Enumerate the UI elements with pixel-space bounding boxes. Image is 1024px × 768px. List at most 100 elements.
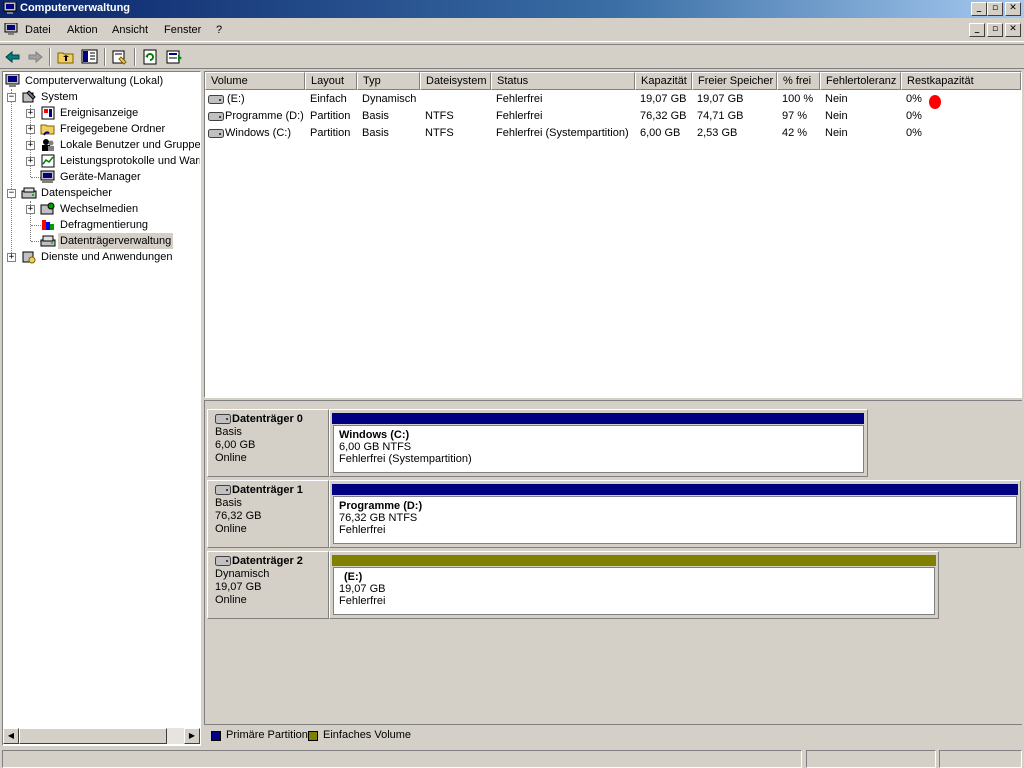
- users-icon: [40, 138, 56, 152]
- column-header-capacity[interactable]: Kapazität: [635, 72, 692, 90]
- expand-local-users-button[interactable]: +: [26, 141, 35, 150]
- status-bar: [0, 749, 1024, 768]
- menu-aktion[interactable]: Aktion: [67, 24, 98, 36]
- volume-list[interactable]: Volume Layout Typ Dateisystem Status Kap…: [204, 71, 1022, 398]
- disk-2-size: 19,07 GB: [215, 581, 262, 593]
- partition-volume-e[interactable]: (E:) 19,07 GB Fehlerfrei: [333, 567, 935, 615]
- back-arrow-icon[interactable]: [3, 48, 23, 66]
- partition-programme-d[interactable]: Programme (D:) 76,32 GB NTFS Fehlerfrei: [333, 496, 1017, 544]
- disk-0-type: Basis: [215, 426, 242, 438]
- column-header-percent-free[interactable]: % frei: [777, 72, 820, 90]
- legend-bar: Primäre Partition Einfaches Volume: [204, 724, 1022, 746]
- cell-free-space: 74,71 GB: [697, 110, 744, 122]
- expand-event-viewer-button[interactable]: +: [26, 109, 35, 118]
- red-annotation-mark: [929, 95, 941, 109]
- expand-removable-storage-button[interactable]: +: [26, 205, 35, 214]
- partition-windows-c[interactable]: Windows (C:) 6,00 GB NTFS Fehlerfrei (Sy…: [333, 425, 864, 473]
- column-header-status[interactable]: Status: [491, 72, 635, 90]
- menu-help[interactable]: ?: [216, 24, 222, 36]
- collapse-storage-button[interactable]: −: [7, 189, 16, 198]
- properties-icon[interactable]: [110, 48, 130, 66]
- disk-1-label[interactable]: Datenträger 1 Basis 76,32 GB Online: [207, 480, 329, 548]
- scroll-right-arrow-icon[interactable]: ▶: [184, 728, 200, 744]
- disk-icon: [215, 556, 231, 566]
- cell-fault-tolerance: Nein: [825, 127, 848, 139]
- mdi-minimize-button[interactable]: _: [969, 23, 985, 37]
- volume-icon: [208, 129, 224, 138]
- up-folder-icon[interactable]: [56, 48, 76, 66]
- disk-1-status: Online: [215, 523, 247, 535]
- cell-percent-free: 100 %: [782, 93, 814, 105]
- restore-button[interactable]: ▫: [987, 2, 1003, 16]
- mdi-close-button[interactable]: ✕: [1005, 23, 1021, 37]
- cell-free-space: 2,53 GB: [697, 127, 738, 139]
- services-icon: [21, 250, 37, 264]
- expand-shared-folders-button[interactable]: +: [26, 125, 35, 134]
- console-tree[interactable]: Computerverwaltung (Lokal) − System + Er…: [2, 71, 201, 746]
- device-manager-icon: [40, 170, 56, 184]
- menu-ansicht[interactable]: Ansicht: [112, 24, 148, 36]
- scroll-left-arrow-icon[interactable]: ◀: [3, 728, 19, 744]
- disk-1-size: 76,32 GB: [215, 510, 262, 522]
- table-row[interactable]: Programme (D:) Partition Basis NTFS Fehl…: [205, 108, 1021, 125]
- disk-1-type: Basis: [215, 497, 242, 509]
- menu-datei[interactable]: Datei: [25, 24, 51, 36]
- computer-icon: [5, 73, 21, 88]
- list-header: Volume Layout Typ Dateisystem Status Kap…: [205, 72, 1021, 90]
- show-hide-tree-icon[interactable]: [80, 48, 100, 66]
- export-list-icon[interactable]: [165, 48, 185, 66]
- toolbar-separator: [134, 48, 136, 66]
- tree-horizontal-scrollbar[interactable]: ◀ ▶: [3, 728, 200, 744]
- disk-icon: [215, 414, 231, 424]
- column-header-volume[interactable]: Volume: [205, 72, 305, 90]
- volume-icon: [208, 95, 224, 104]
- scrollbar-thumb[interactable]: [19, 728, 167, 744]
- cell-type: Basis: [362, 127, 389, 139]
- table-row[interactable]: Windows (C:) Partition Basis NTFS Fehler…: [205, 125, 1021, 142]
- column-header-fault-tolerance[interactable]: Fehlertoleranz: [820, 72, 901, 90]
- cell-capacity: 76,32 GB: [640, 110, 687, 122]
- cell-filesystem: NTFS: [425, 110, 454, 122]
- toolbar: [0, 44, 1024, 69]
- disk-0-name: Datenträger 0: [232, 413, 303, 425]
- cell-status: Fehlerfrei: [496, 93, 543, 105]
- collapse-system-button[interactable]: −: [7, 93, 16, 102]
- disk-0-status: Online: [215, 452, 247, 464]
- disk-0-label[interactable]: Datenträger 0 Basis 6,00 GB Online: [207, 409, 329, 477]
- minimize-button[interactable]: _: [971, 2, 987, 16]
- cell-free-space: 19,07 GB: [697, 93, 744, 105]
- column-header-type[interactable]: Typ: [357, 72, 420, 90]
- legend-primary-partition: Primäre Partition: [226, 729, 308, 741]
- event-viewer-icon: [40, 106, 56, 120]
- disk-2-label[interactable]: Datenträger 2 Dynamisch 19,07 GB Online: [207, 551, 329, 619]
- cell-status: Fehlerfrei: [496, 110, 543, 122]
- expand-services-button[interactable]: +: [7, 253, 16, 262]
- forward-arrow-icon[interactable]: [25, 48, 45, 66]
- table-row[interactable]: (E:) Einfach Dynamisch Fehlerfrei 19,07 …: [205, 91, 1021, 108]
- mdi-restore-button[interactable]: ▫: [987, 23, 1003, 37]
- mmc-document-icon[interactable]: [4, 22, 18, 36]
- cell-layout: Partition: [310, 110, 351, 122]
- menu-fenster[interactable]: Fenster: [164, 24, 201, 36]
- column-header-filesystem[interactable]: Dateisystem: [420, 72, 491, 90]
- toolbar-separator: [104, 48, 106, 66]
- cell-type: Basis: [362, 110, 389, 122]
- simple-volume-swatch: [308, 731, 318, 741]
- status-pane-secondary: [806, 750, 936, 768]
- column-header-layout[interactable]: Layout: [305, 72, 357, 90]
- cell-fault-tolerance: Nein: [825, 110, 848, 122]
- refresh-icon[interactable]: [141, 48, 161, 66]
- tree-connector: [11, 89, 12, 259]
- cell-fault-tolerance: Nein: [825, 93, 848, 105]
- partition-color-bar: [332, 413, 864, 424]
- system-tools-icon: [21, 90, 37, 104]
- column-header-free-space[interactable]: Freier Speicher: [692, 72, 777, 90]
- close-button[interactable]: ✕: [1005, 2, 1021, 16]
- expand-performance-logs-button[interactable]: +: [26, 157, 35, 166]
- menu-bar: Datei Aktion Ansicht Fenster ? _ ▫ ✕: [0, 20, 1024, 42]
- disk-graphical-view[interactable]: Datenträger 0 Basis 6,00 GB Online Windo…: [204, 400, 1022, 724]
- volume-icon: [208, 112, 224, 121]
- column-header-overhead[interactable]: Restkapazität: [901, 72, 1021, 90]
- removable-storage-icon: [40, 202, 56, 216]
- window-title-bar[interactable]: Computerverwaltung _ ▫ ✕: [0, 0, 1024, 18]
